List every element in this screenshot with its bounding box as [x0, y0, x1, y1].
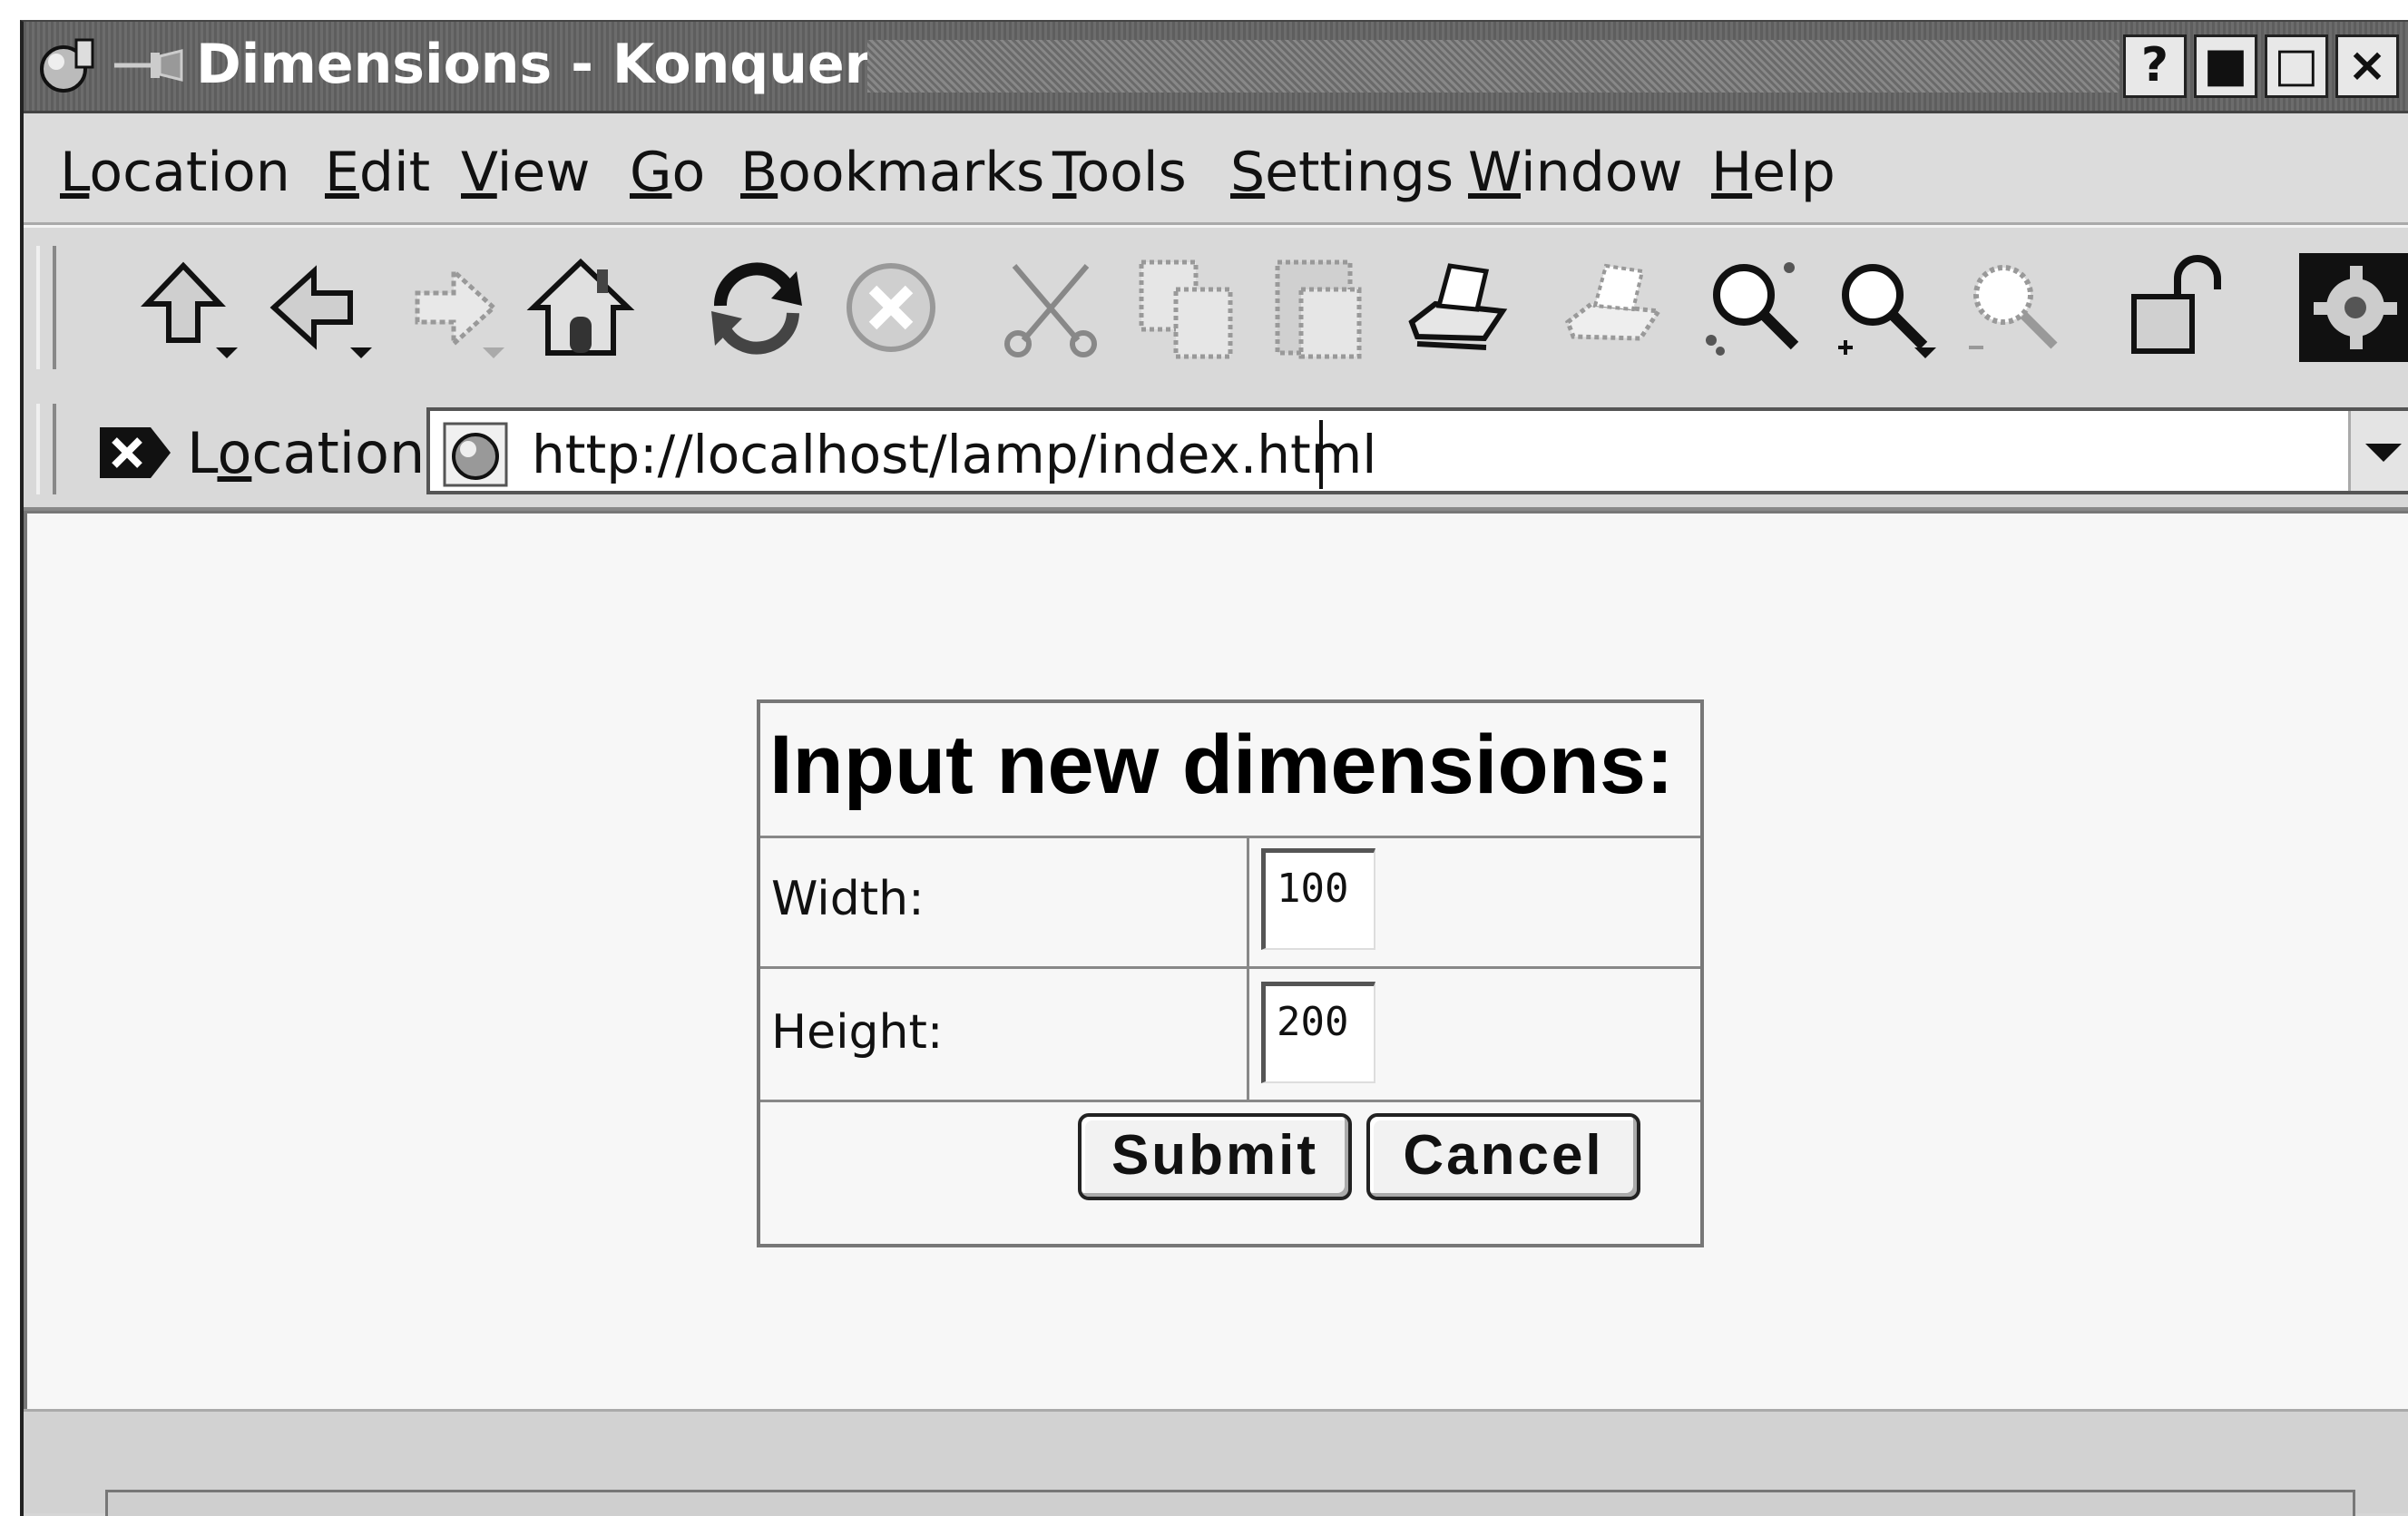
width-input[interactable]: 100 [1261, 848, 1375, 950]
copy-icon[interactable] [1132, 253, 1241, 362]
konqueror-gear-icon[interactable] [2299, 253, 2408, 362]
minimize-button[interactable]: ■ [2194, 34, 2257, 98]
menu-view[interactable]: View [461, 141, 590, 204]
menu-settings-mnemonic: S [1230, 141, 1266, 204]
menu-edit-mnemonic: E [325, 141, 359, 204]
menu-tools-label: ools [1076, 141, 1187, 204]
text-caret [1319, 420, 1323, 489]
menu-tools-mnemonic: T [1052, 141, 1077, 204]
menu-location-label: ocation [89, 141, 290, 204]
page-favicon-icon [443, 422, 508, 487]
menu-go-mnemonic: G [630, 141, 672, 204]
cell-divider [1247, 969, 1249, 1100]
form-actions: Submit Cancel [760, 1102, 1700, 1244]
stop-icon[interactable] [837, 253, 945, 362]
konqueror-window: Dimensions - Konqueror ? ■ □ × Location … [20, 20, 2408, 1516]
menu-view-mnemonic: V [461, 141, 497, 204]
konqueror-window-icon[interactable] [36, 36, 96, 96]
url-input[interactable]: http://localhost/lamp/index.html [426, 407, 2408, 494]
menu-go-label: o [671, 141, 706, 204]
clear-location-icon[interactable] [100, 427, 171, 478]
cut-icon[interactable] [996, 253, 1105, 362]
form-heading: Input new dimensions: [769, 719, 1674, 811]
title-bar-texture [867, 40, 2119, 93]
up-icon[interactable] [129, 253, 238, 362]
height-input[interactable]: 200 [1261, 982, 1375, 1083]
main-toolbar [24, 225, 2408, 392]
location-label: Location [187, 420, 425, 486]
pin-icon[interactable] [114, 47, 205, 83]
menu-edit[interactable]: Edit [325, 141, 430, 204]
print-icon[interactable] [1399, 253, 1508, 362]
width-label: Width: [771, 872, 925, 926]
submit-button[interactable]: Submit [1078, 1113, 1352, 1200]
menu-window[interactable]: Window [1468, 141, 1683, 204]
url-history-dropdown[interactable] [2348, 411, 2408, 491]
cancel-button[interactable]: Cancel [1366, 1113, 1640, 1200]
page-content: Input new dimensions: Width: 100 Height:… [24, 511, 2408, 1412]
toolbar-grip[interactable] [36, 246, 56, 369]
zoom-out-icon[interactable] [1958, 253, 2067, 362]
menu-help-mnemonic: H [1711, 141, 1753, 204]
help-button[interactable]: ? [2123, 34, 2187, 98]
menu-settings-label: ettings [1265, 141, 1454, 204]
menu-bar: Location Edit View Go Bookmarks Tools Se… [24, 113, 2408, 225]
menu-edit-label: dit [358, 141, 431, 204]
location-label-end: cation [251, 420, 426, 486]
menu-bookmarks-label: ookmarks [778, 141, 1045, 204]
dimensions-form: Input new dimensions: Width: 100 Height:… [757, 699, 1704, 1247]
window-title: Dimensions - Konqueror [196, 33, 936, 96]
location-toolbar-grip[interactable] [36, 404, 56, 494]
home-icon[interactable] [526, 253, 635, 362]
forward-icon[interactable] [396, 253, 504, 362]
chevron-down-icon [2365, 444, 2402, 462]
width-row: Width: 100 [760, 836, 1700, 969]
menu-window-label: indow [1521, 141, 1683, 204]
menu-bookmarks-mnemonic: B [740, 141, 778, 204]
menu-location[interactable]: Location [60, 141, 290, 204]
location-label-mnemonic: o [217, 420, 252, 486]
security-lock-icon[interactable] [2121, 253, 2230, 362]
title-bar[interactable]: Dimensions - Konqueror ? ■ □ × [24, 22, 2408, 113]
menu-view-label: iew [496, 141, 591, 204]
print-preview-icon[interactable] [1555, 253, 1664, 362]
menu-bookmarks[interactable]: Bookmarks [740, 141, 1044, 204]
cell-divider [1247, 836, 1249, 966]
menu-go[interactable]: Go [630, 141, 705, 204]
menu-window-mnemonic: W [1468, 141, 1522, 204]
menu-location-mnemonic: L [60, 141, 90, 204]
back-icon[interactable] [263, 253, 372, 362]
url-text[interactable]: http://localhost/lamp/index.html [532, 424, 1376, 485]
maximize-button[interactable]: □ [2265, 34, 2328, 98]
close-button[interactable]: × [2335, 34, 2399, 98]
horizontal-scrollbar[interactable] [105, 1490, 2355, 1516]
location-label-start: L [187, 420, 218, 486]
menu-tools[interactable]: Tools [1052, 141, 1187, 204]
location-toolbar: Location http://localhost/lamp/index.htm… [24, 389, 2408, 511]
form-heading-cell: Input new dimensions: [760, 703, 1700, 838]
menu-settings[interactable]: Settings [1230, 141, 1454, 204]
menu-help-label: elp [1752, 141, 1835, 204]
height-label: Height: [771, 1005, 944, 1060]
menu-help[interactable]: Help [1711, 141, 1835, 204]
height-row: Height: 200 [760, 969, 1700, 1102]
reload-icon[interactable] [702, 253, 811, 362]
find-icon[interactable] [1698, 253, 1807, 362]
paste-icon[interactable] [1265, 253, 1374, 362]
zoom-in-icon[interactable] [1827, 253, 1936, 362]
